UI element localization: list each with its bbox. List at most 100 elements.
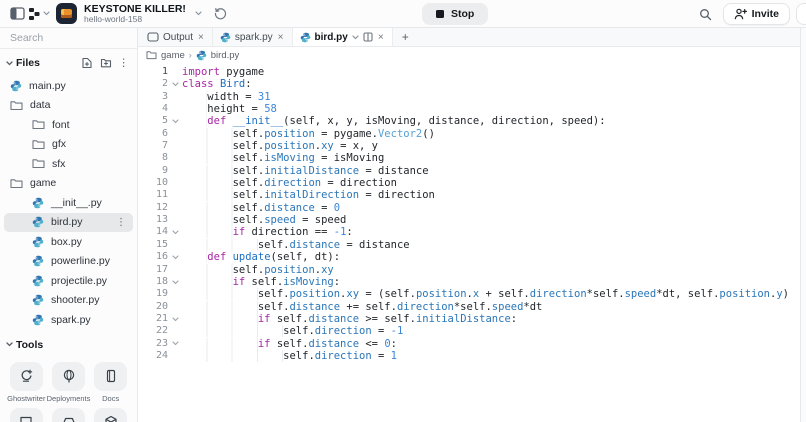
code-line-11[interactable]: 11 self.initalDirection = direction — [138, 189, 800, 201]
code-text: self.position.xy = (self.position.x + se… — [182, 288, 800, 300]
chevron-down-icon[interactable] — [352, 35, 359, 40]
file-tree-item-powerline-py[interactable]: powerline.py — [0, 252, 137, 272]
code-line-23[interactable]: 23 if self.distance <= 0: — [138, 338, 800, 350]
line-number: 21 — [138, 313, 168, 325]
file-tree-item-label: bird.py — [51, 216, 83, 228]
file-tree-item-projectile-py[interactable]: projectile.py — [0, 271, 137, 291]
file-item-kebab-icon[interactable]: ⋮ — [116, 217, 126, 228]
code-text: if direction == -1: — [182, 226, 800, 238]
tab-spark-py[interactable]: spark.py× — [213, 28, 293, 46]
code-line-13[interactable]: 13 self.speed = speed — [138, 214, 800, 226]
code-line-6[interactable]: 6 self.position = pygame.Vector2() — [138, 128, 800, 140]
replit-menu-button[interactable] — [28, 3, 50, 25]
right-dock-rail[interactable] — [800, 28, 806, 422]
search-button[interactable] — [695, 3, 717, 25]
file-tree-item-game[interactable]: game — [0, 174, 137, 194]
code-line-9[interactable]: 9 self.initialDistance = distance — [138, 165, 800, 177]
code-line-3[interactable]: 3 width = 31 — [138, 91, 800, 103]
python-file-icon — [10, 80, 22, 92]
file-tree-item-shooter-py[interactable]: shooter.py — [0, 291, 137, 311]
code-line-7[interactable]: 7 self.position.xy = x, y — [138, 140, 800, 152]
files-section-header[interactable]: Files ⋮ — [0, 52, 137, 74]
invite-button[interactable]: Invite — [723, 3, 790, 25]
tab-bird-py[interactable]: bird.py × — [293, 28, 393, 46]
code-editor[interactable]: 1import pygame2class Bird:3 width = 314 … — [138, 63, 800, 422]
tools-section-header[interactable]: Tools — [0, 334, 137, 356]
code-line-12[interactable]: 12 self.distance = 0 — [138, 202, 800, 214]
code-line-21[interactable]: 21 if self.distance >= self.initialDista… — [138, 313, 800, 325]
sidebar-toggle-button[interactable] — [6, 3, 28, 25]
code-line-22[interactable]: 22 self.direction = -1 — [138, 325, 800, 337]
file-tree-item-bird-py[interactable]: bird.py ⋮ — [4, 213, 133, 233]
code-line-18[interactable]: 18 if self.isMoving: — [138, 276, 800, 288]
fold-gutter-spacer — [168, 189, 182, 201]
fold-gutter-spacer — [168, 177, 182, 189]
code-line-15[interactable]: 15 self.distance = distance — [138, 239, 800, 251]
new-folder-icon[interactable] — [100, 57, 112, 69]
search-input[interactable] — [0, 32, 137, 44]
code-line-10[interactable]: 10 self.direction = direction — [138, 177, 800, 189]
code-line-14[interactable]: 14 if direction == -1: — [138, 226, 800, 238]
file-tree-item-main-py[interactable]: main.py — [0, 76, 137, 96]
file-tree-item-gfx[interactable]: gfx — [0, 135, 137, 155]
file-tree-item--init-py[interactable]: __init__.py — [0, 193, 137, 213]
files-menu-kebab-icon[interactable]: ⋮ — [119, 57, 130, 69]
tool-threads[interactable]: Threads — [47, 406, 91, 422]
code-text: self.direction = -1 — [182, 325, 800, 337]
file-tree-item-font[interactable]: font — [0, 115, 137, 135]
close-tab-icon[interactable]: × — [197, 32, 205, 43]
split-editor-icon[interactable] — [363, 32, 373, 42]
fold-chevron-icon[interactable] — [168, 115, 182, 127]
fold-chevron-icon[interactable] — [168, 251, 182, 263]
fold-chevron-icon[interactable] — [168, 78, 182, 90]
close-tab-icon[interactable]: × — [277, 32, 285, 43]
new-file-icon[interactable] — [81, 57, 93, 69]
line-number: 13 — [138, 214, 168, 226]
code-text: self.isMoving = isMoving — [182, 152, 800, 164]
fold-chevron-icon[interactable] — [168, 226, 182, 238]
close-tab-icon[interactable]: × — [377, 32, 385, 43]
tool-docs[interactable]: Docs — [90, 360, 131, 404]
line-number: 8 — [138, 152, 168, 164]
python-file-icon — [32, 314, 44, 326]
history-button[interactable] — [210, 3, 232, 25]
threads-icon — [62, 415, 76, 422]
code-line-8[interactable]: 8 self.isMoving = isMoving — [138, 152, 800, 164]
tab-output[interactable]: Output× — [140, 28, 213, 46]
new-tab-button[interactable]: + — [393, 28, 418, 46]
tool-ghostwriter[interactable]: Ghostwriter — [6, 360, 47, 404]
tool-chat[interactable]: Chat — [6, 406, 47, 422]
code-line-4[interactable]: 4 height = 58 — [138, 103, 800, 115]
breadcrumb-file[interactable]: bird.py — [211, 50, 240, 61]
file-tree-item-data[interactable]: data — [0, 96, 137, 116]
clipped-header-button[interactable] — [796, 3, 806, 25]
stop-button[interactable]: Stop — [422, 3, 488, 25]
code-line-17[interactable]: 17 self.position.xy — [138, 264, 800, 276]
code-line-1[interactable]: 1import pygame — [138, 66, 800, 78]
code-line-19[interactable]: 19 self.position.xy = (self.position.x +… — [138, 288, 800, 300]
python-file-icon — [32, 236, 44, 248]
fold-chevron-icon[interactable] — [168, 313, 182, 325]
breadcrumb-folder[interactable]: game — [161, 50, 185, 61]
fold-chevron-icon[interactable] — [168, 276, 182, 288]
code-line-5[interactable]: 5 def __init__(self, x, y, isMoving, dis… — [138, 115, 800, 127]
line-number: 16 — [138, 251, 168, 263]
file-tree-item-sfx[interactable]: sfx — [0, 154, 137, 174]
python-file-icon — [32, 275, 44, 287]
code-line-24[interactable]: 24 self.direction = 1 — [138, 350, 800, 362]
file-tree-item-spark-py[interactable]: spark.py — [0, 310, 137, 330]
repl-title-dropdown[interactable] — [188, 3, 210, 25]
invite-person-plus-icon — [734, 8, 747, 20]
line-number: 18 — [138, 276, 168, 288]
code-line-20[interactable]: 20 self.distance += self.direction*self.… — [138, 301, 800, 313]
tool-packages[interactable]: Packages — [90, 406, 131, 422]
line-number: 9 — [138, 165, 168, 177]
code-line-16[interactable]: 16 def update(self, dt): — [138, 251, 800, 263]
tool-deployments[interactable]: Deployments — [47, 360, 91, 404]
file-tree-item-box-py[interactable]: box.py — [0, 232, 137, 252]
fold-chevron-icon[interactable] — [168, 338, 182, 350]
code-line-2[interactable]: 2class Bird: — [138, 78, 800, 90]
file-tree-item-label: font — [52, 119, 70, 131]
fold-gutter-spacer — [168, 91, 182, 103]
replit-workspace-window: KEYSTONE KILLER! hello-world-158 Stop — [0, 0, 806, 422]
